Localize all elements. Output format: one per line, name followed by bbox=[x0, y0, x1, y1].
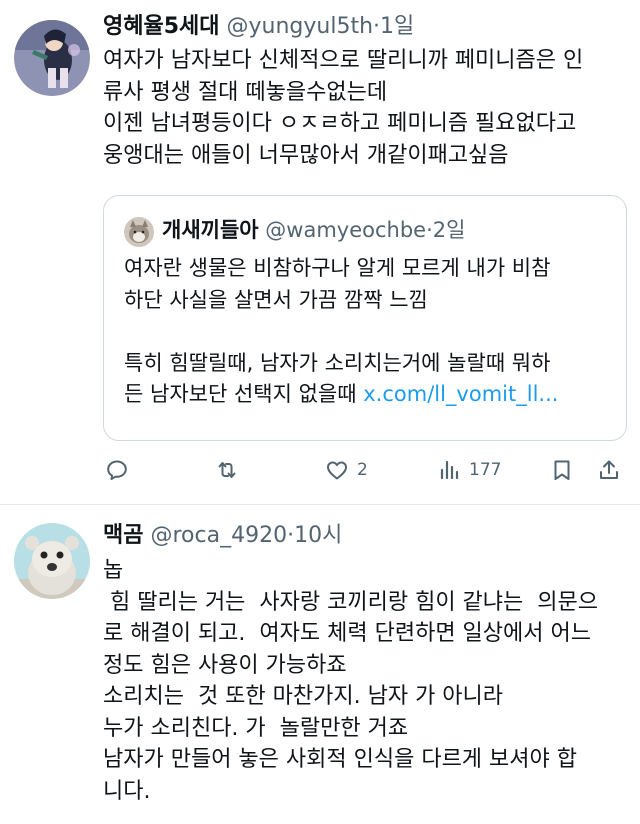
timestamp[interactable]: 1일 bbox=[380, 14, 414, 39]
timestamp[interactable]: 2일 bbox=[433, 218, 466, 242]
share-button[interactable] bbox=[597, 453, 621, 487]
tweet[interactable]: 영혜율5세대 @yungyul5th·1일 여자가 남자보다 신체적으로 딸리니… bbox=[0, 0, 640, 504]
reply-button[interactable] bbox=[105, 453, 129, 487]
tweet-actions: 2 177 bbox=[103, 453, 623, 487]
user-handle[interactable]: @roca_4920 bbox=[150, 523, 287, 548]
like-icon bbox=[327, 461, 347, 480]
tweet[interactable]: 맥곰 @roca_4920·10시 놉 힘 딸리는 거는 사자랑 코끼리랑 힘이… bbox=[0, 505, 640, 824]
timestamp[interactable]: 10시 bbox=[294, 523, 342, 548]
avatar[interactable] bbox=[14, 20, 90, 96]
user-handle[interactable]: @wamyeochbe bbox=[265, 218, 426, 242]
display-name[interactable]: 개새끼들아 bbox=[162, 218, 259, 242]
bookmark-icon bbox=[554, 460, 570, 480]
retweet-button[interactable] bbox=[215, 453, 239, 487]
views-count: 177 bbox=[469, 460, 502, 480]
quoted-tweet-text: 여자란 생물은 비참하구나 알게 모르게 내가 비참 하단 사실을 살면서 가끔… bbox=[124, 253, 558, 411]
separator-dot: · bbox=[373, 14, 381, 39]
views-button[interactable]: 177 bbox=[437, 453, 501, 487]
tweet-header: 맥곰 @roca_4920·10시 bbox=[103, 521, 342, 551]
display-name[interactable]: 영혜율5세대 bbox=[103, 14, 220, 39]
tweet-text: 여자가 남자보다 신체적으로 딸리니까 페미니즘은 인 류사 평생 절대 떼놓을… bbox=[103, 48, 584, 168]
reply-icon bbox=[107, 460, 127, 480]
separator-dot: · bbox=[426, 218, 433, 242]
link[interactable]: x.com/ll_vomit_ll... bbox=[363, 382, 558, 406]
retweet-icon bbox=[218, 462, 236, 478]
user-handle[interactable]: @yungyul5th bbox=[227, 14, 374, 39]
display-name[interactable]: 맥곰 bbox=[103, 523, 143, 548]
quoted-tweet[interactable]: 개새끼들아 @wamyeochbe·2일 여자란 생물은 비참하구나 알게 모르… bbox=[103, 195, 627, 441]
like-button[interactable]: 2 bbox=[325, 453, 368, 487]
tweet-header: 영혜율5세대 @yungyul5th·1일 bbox=[103, 12, 414, 42]
avatar[interactable] bbox=[14, 523, 90, 599]
share-icon bbox=[600, 460, 618, 479]
tweet-text: 놉 힘 딸리는 거는 사자랑 코끼리랑 힘이 같냐는 의문으 로 해결이 되고.… bbox=[103, 558, 598, 804]
like-count: 2 bbox=[357, 460, 368, 480]
quoted-tweet-header: 개새끼들아 @wamyeochbe·2일 bbox=[162, 215, 465, 245]
avatar[interactable] bbox=[124, 217, 154, 247]
bookmark-button[interactable] bbox=[550, 453, 574, 487]
views-icon bbox=[440, 460, 459, 480]
